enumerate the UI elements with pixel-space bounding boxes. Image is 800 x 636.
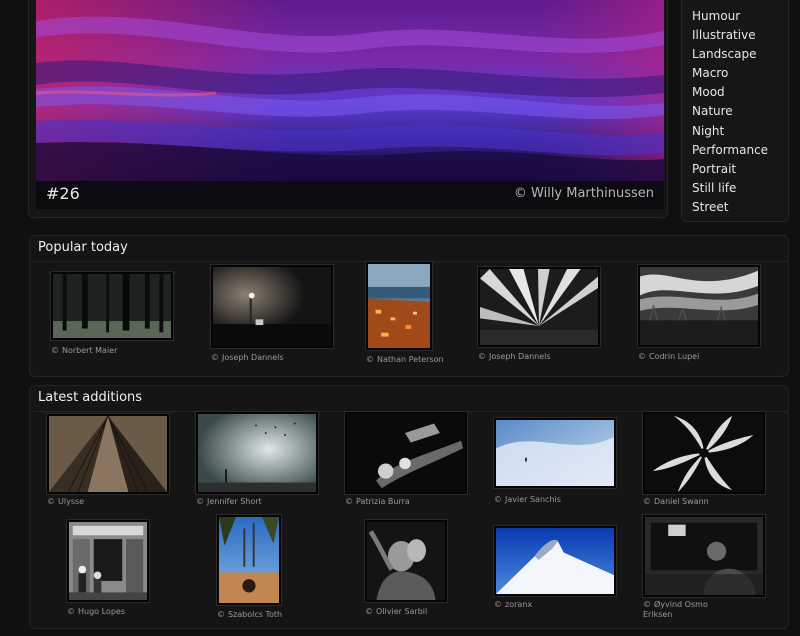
- photo-image[interactable]: [344, 411, 468, 495]
- category-nature[interactable]: Nature: [692, 102, 768, 121]
- photo-image[interactable]: [66, 519, 150, 603]
- category-performance[interactable]: Performance: [692, 141, 768, 160]
- copyright-icon: ©: [51, 346, 59, 355]
- photographer-name: Norbert Maier: [62, 346, 118, 355]
- photographer-name: Ulysse: [58, 497, 85, 506]
- section-title: Popular today: [38, 240, 128, 255]
- category-illustrative[interactable]: Illustrative: [692, 26, 768, 45]
- featured-caption-bar: #26 © Willy Marthinussen: [36, 181, 664, 209]
- category-street[interactable]: Street: [692, 198, 768, 217]
- photo-image[interactable]: [493, 525, 617, 597]
- copyright-icon: ©: [47, 497, 55, 506]
- copyright-icon: ©: [494, 600, 502, 609]
- photo-credit[interactable]: © Javier Sanchis: [494, 495, 561, 505]
- copyright-icon: ©: [211, 353, 219, 362]
- photo-image[interactable]: [46, 413, 170, 495]
- photo-image[interactable]: [50, 271, 174, 341]
- photographer-name: Joseph Dannels: [222, 353, 284, 362]
- category-still-life[interactable]: Still life: [692, 179, 768, 198]
- photo-image[interactable]: [493, 417, 617, 489]
- copyright-icon: ©: [196, 497, 204, 506]
- copyright-icon: ©: [67, 607, 75, 616]
- photographer-name: zoranx: [505, 600, 533, 609]
- copyright-icon: ©: [478, 352, 486, 361]
- featured-credit[interactable]: © Willy Marthinussen: [514, 186, 654, 201]
- category-portrait[interactable]: Portrait: [692, 160, 768, 179]
- photo-image[interactable]: [365, 261, 433, 351]
- category-landscape[interactable]: Landscape: [692, 45, 768, 64]
- category-list: Humour Illustrative Landscape Macro Mood…: [692, 7, 768, 217]
- photo-credit[interactable]: © Joseph Dannels: [478, 352, 551, 362]
- photographer-name: Szabolcs Toth: [228, 610, 283, 619]
- photo-image[interactable]: [642, 411, 766, 495]
- category-night[interactable]: Night: [692, 122, 768, 141]
- photo-image[interactable]: [637, 264, 761, 348]
- photographer-name: Daniel Swann: [654, 497, 709, 506]
- photo-credit[interactable]: © Daniel Swann: [643, 497, 709, 507]
- photographer-name: Joseph Dannels: [489, 352, 551, 361]
- photo-credit[interactable]: © Joseph Dannels: [211, 353, 284, 363]
- photo-gallery-page: #26 © Willy Marthinussen Humour Illustra…: [0, 0, 800, 636]
- copyright-icon: ©: [366, 355, 374, 364]
- photographer-name: Hugo Lopes: [78, 607, 125, 616]
- photo-credit[interactable]: © Ulysse: [47, 497, 84, 507]
- copyright-icon: ©: [643, 600, 651, 609]
- category-macro[interactable]: Macro: [692, 64, 768, 83]
- photo-image[interactable]: [210, 264, 334, 349]
- photo-image[interactable]: [216, 514, 282, 606]
- copyright-icon: ©: [217, 610, 225, 619]
- photo-credit[interactable]: © Hugo Lopes: [67, 607, 125, 617]
- photo-credit[interactable]: © Patrizia Burra: [345, 497, 410, 507]
- category-humour[interactable]: Humour: [692, 7, 768, 26]
- category-panel: Humour Illustrative Landscape Macro Mood…: [681, 0, 789, 222]
- photographer-name: Codrin Lupei: [649, 352, 700, 361]
- copyright-icon: ©: [638, 352, 646, 361]
- photo-credit[interactable]: © Jennifer Short: [196, 497, 262, 507]
- copyright-icon: ©: [643, 497, 651, 506]
- section-title: Latest additions: [38, 390, 143, 405]
- popular-today-section: Popular today © Norbert Maier © Joseph D…: [29, 235, 789, 377]
- photo-credit[interactable]: © Norbert Maier: [51, 346, 117, 356]
- photographer-name: Jennifer Short: [207, 497, 262, 506]
- copyright-icon: ©: [365, 607, 373, 616]
- photographer-name: Nathan Peterson: [377, 355, 444, 364]
- photo-image[interactable]: [642, 514, 766, 598]
- photo-credit[interactable]: © Szabolcs Toth: [217, 610, 282, 620]
- photo-image[interactable]: [195, 411, 319, 495]
- featured-photo-panel: #26 © Willy Marthinussen: [28, 0, 668, 218]
- photo-credit[interactable]: © Codrin Lupei: [638, 352, 699, 362]
- photographer-name: Olivier Sarbil: [376, 607, 428, 616]
- featured-number: #26: [46, 184, 80, 203]
- photo-credit[interactable]: © zoranx: [494, 600, 532, 610]
- featured-photo[interactable]: [36, 0, 664, 181]
- copyright-icon: ©: [345, 497, 353, 506]
- copyright-icon: ©: [494, 495, 502, 504]
- photo-image[interactable]: [364, 519, 448, 603]
- photographer-name: Patrizia Burra: [356, 497, 410, 506]
- photographer-name: Javier Sanchis: [505, 495, 561, 504]
- latest-additions-section: Latest additions © Ulysse © Jennifer Sho…: [29, 385, 789, 629]
- photo-credit[interactable]: © Øyvind Osmo Eriksen: [643, 600, 733, 620]
- photo-credit[interactable]: © Olivier Sarbil: [365, 607, 427, 617]
- photo-image[interactable]: [477, 266, 601, 348]
- photo-credit[interactable]: © Nathan Peterson: [366, 355, 444, 365]
- category-mood[interactable]: Mood: [692, 83, 768, 102]
- photographer-name: Øyvind Osmo Eriksen: [643, 600, 708, 619]
